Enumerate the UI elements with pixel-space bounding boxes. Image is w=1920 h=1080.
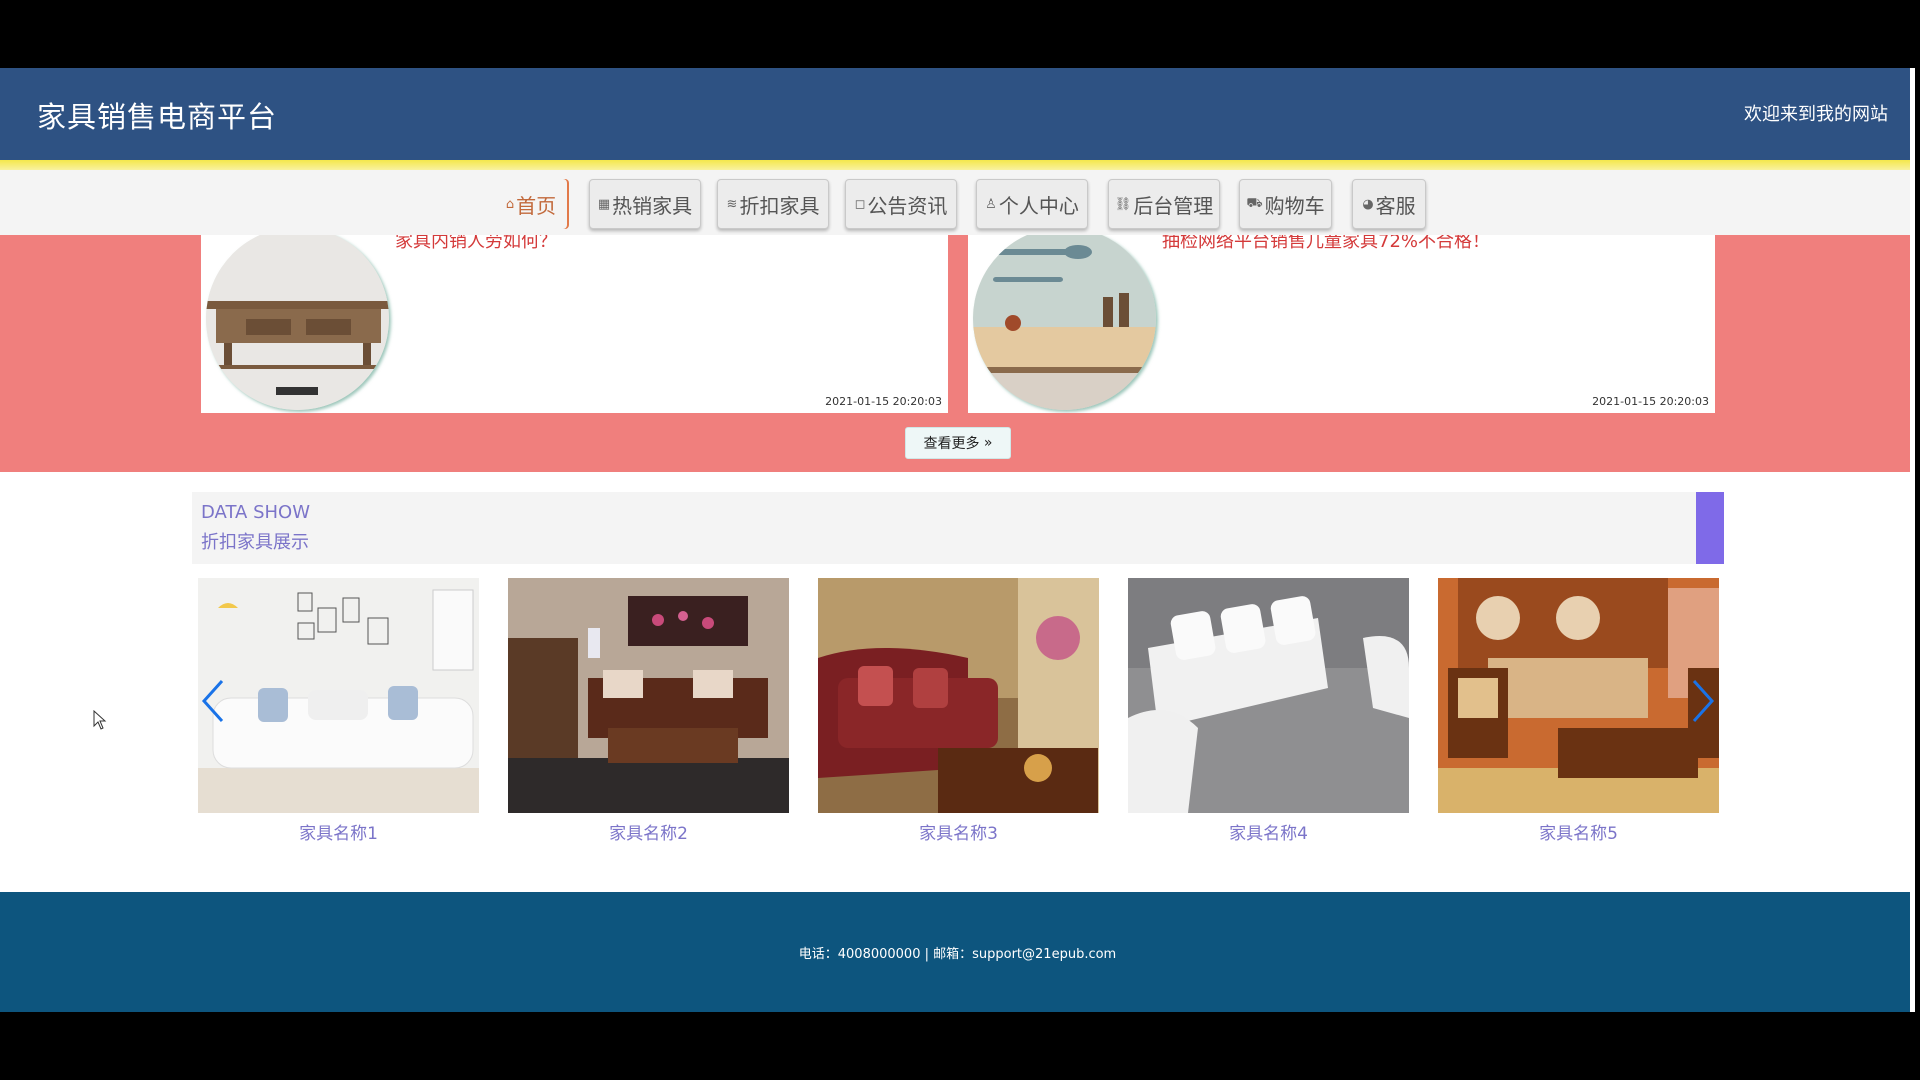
data-show-header: DATA SHOW 折扣家具展示	[192, 492, 1724, 564]
news-card[interactable]: 家具内销人劳如何？ 2021-01-15 20:20:03	[201, 235, 948, 413]
nav-discount-furniture[interactable]: ≋ 折扣家具	[717, 179, 829, 229]
product-name[interactable]: 家具名称2	[508, 819, 789, 844]
nav-customer-service-label: 客服	[1375, 193, 1416, 218]
product-card[interactable]: 家具名称3	[818, 578, 1099, 844]
view-more-label: 查看更多	[923, 436, 980, 452]
product-image[interactable]	[508, 578, 789, 813]
footer-contact: 电话：4008000000 | 邮箱：support@21epub.com	[798, 947, 1117, 962]
news-card[interactable]: 抽检网络平台销售儿童家具72%不合格！ 2021-01-15 20:20:03	[968, 235, 1715, 413]
nav-home-label: 首页	[516, 193, 557, 218]
link-icon: ⛓	[1114, 196, 1132, 212]
user-icon: ♙	[985, 196, 997, 212]
nav-admin[interactable]: ⛓ 后台管理	[1108, 179, 1220, 229]
site-title: 家具销售电商平台	[37, 100, 278, 134]
carousel-next-button[interactable]	[1690, 678, 1716, 732]
header-divider	[0, 160, 1915, 170]
nav-personal-center-label: 个人中心	[998, 193, 1079, 218]
section-subtitle: DATA SHOW	[201, 502, 311, 523]
section-title: 折扣家具展示	[201, 532, 309, 553]
product-name[interactable]: 家具名称4	[1128, 819, 1409, 844]
news-thumbnail	[206, 235, 389, 410]
product-image[interactable]	[1438, 578, 1719, 813]
news-section: 家具内销人劳如何？ 2021-01-15 20:20:03 抽检网络平台销售儿童…	[0, 235, 1915, 472]
nav-cart-label: 购物车	[1264, 193, 1325, 218]
news-date: 2021-01-15 20:20:03	[1592, 395, 1709, 408]
double-chevron-right-icon: »	[979, 435, 993, 451]
product-card[interactable]: 家具名称4	[1128, 578, 1409, 844]
product-image[interactable]	[818, 578, 1099, 813]
nav-discount-furniture-label: 折扣家具	[739, 193, 820, 218]
product-image[interactable]	[1128, 578, 1409, 813]
carousel-prev-button[interactable]	[200, 678, 226, 732]
site-header: 家具销售电商平台 欢迎来到我的网站	[0, 68, 1915, 160]
layers-icon: ≋	[726, 196, 738, 212]
product-image[interactable]	[198, 578, 479, 813]
product-card[interactable]: 家具名称5	[1438, 578, 1719, 844]
chevron-left-icon	[201, 679, 224, 723]
note-icon: ◻	[854, 196, 866, 212]
grid-icon: ▦	[597, 196, 611, 212]
product-card[interactable]: 家具名称1	[198, 578, 479, 844]
scrollbar[interactable]	[1910, 68, 1915, 1012]
product-card[interactable]: 家具名称2	[508, 578, 789, 844]
nav-hot-furniture-label: 热销家具	[612, 193, 693, 218]
news-title[interactable]: 家具内销人劳如何？	[395, 235, 557, 253]
nav-announcements-label: 公告资讯	[867, 193, 948, 218]
browser-viewport: 家具销售电商平台 欢迎来到我的网站 ⌂ 首页 ▦ 热销家具 ≋ 折扣家具 ◻ 公…	[0, 68, 1915, 1012]
news-thumbnail	[973, 235, 1156, 410]
nav-admin-label: 后台管理	[1133, 193, 1214, 218]
product-name[interactable]: 家具名称5	[1438, 819, 1719, 844]
home-icon: ⌂	[505, 196, 515, 212]
cart-icon: ⛟	[1246, 195, 1263, 211]
chevron-right-icon	[1692, 679, 1715, 723]
chat-icon: ◕	[1362, 196, 1374, 212]
nav-hot-furniture[interactable]: ▦ 热销家具	[589, 179, 701, 229]
section-accent-bar	[1696, 492, 1724, 564]
product-name[interactable]: 家具名称3	[818, 819, 1099, 844]
view-more-button[interactable]: 查看更多 »	[905, 427, 1011, 459]
news-title[interactable]: 抽检网络平台销售儿童家具72%不合格！	[1162, 235, 1490, 253]
news-date: 2021-01-15 20:20:03	[825, 395, 942, 408]
nav-cart[interactable]: ⛟ 购物车	[1239, 179, 1332, 229]
nav-announcements[interactable]: ◻ 公告资讯	[845, 179, 957, 229]
mouse-cursor-icon	[93, 710, 107, 730]
site-footer: 电话：4008000000 | 邮箱：support@21epub.com	[0, 892, 1915, 1012]
product-name[interactable]: 家具名称1	[198, 819, 479, 844]
main-nav: ⌂ 首页 ▦ 热销家具 ≋ 折扣家具 ◻ 公告资讯 ♙ 个人中心 ⛓ 后台管理 …	[0, 170, 1915, 235]
welcome-text: 欢迎来到我的网站	[1744, 104, 1888, 125]
nav-personal-center[interactable]: ♙ 个人中心	[976, 179, 1088, 229]
nav-customer-service[interactable]: ◕ 客服	[1352, 179, 1426, 229]
nav-home[interactable]: ⌂ 首页	[495, 179, 567, 229]
